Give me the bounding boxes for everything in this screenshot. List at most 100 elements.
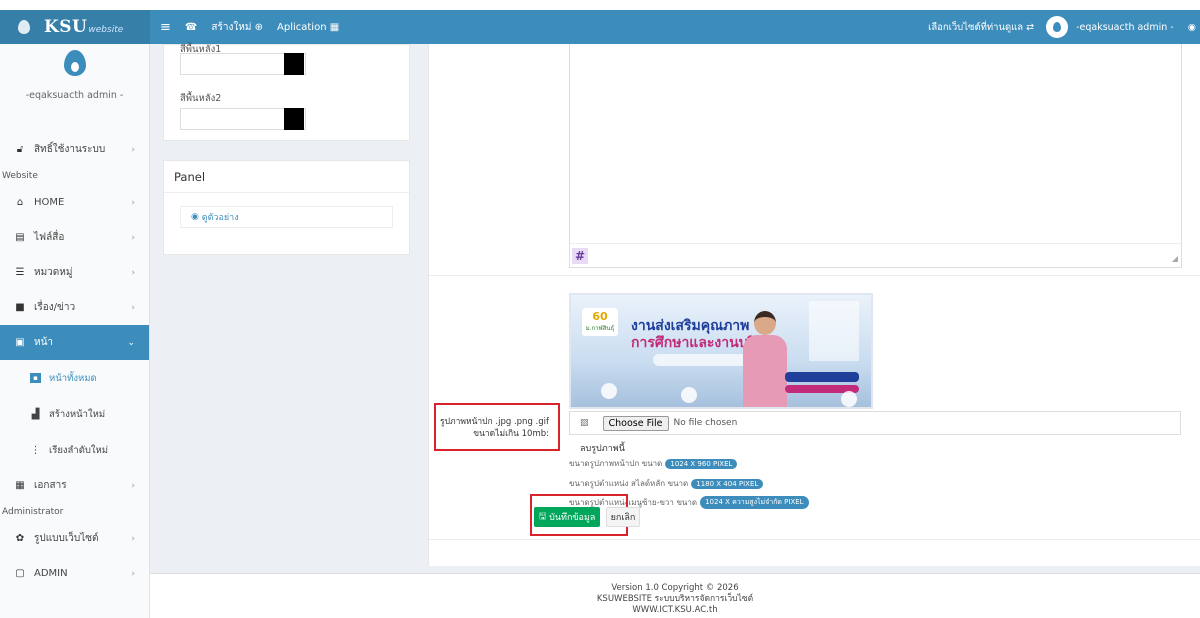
- bg-color-1-swatch[interactable]: [284, 53, 304, 75]
- panel-title: Panel: [164, 161, 409, 193]
- cover-image-label-line1: รูปภาพหน้าปก .jpg .png .gif: [440, 417, 549, 427]
- sidebar-item-label: ADMIN: [34, 568, 68, 579]
- footer-system: KSUWEBSITE ระบบบริหารจัดการเว็บไซต์: [596, 594, 754, 604]
- sidebar-item-admin[interactable]: ▢ ADMIN ›: [0, 556, 149, 591]
- sidebar-sub-reorder[interactable]: ⋮ เรียงลำดับใหม่: [0, 432, 149, 468]
- eye-icon[interactable]: ◉: [1188, 22, 1196, 33]
- sidebar-item-category[interactable]: ☰ หมวดหมู่ ›: [0, 255, 149, 290]
- new-menu[interactable]: สร้างใหม่ ⊕: [211, 20, 263, 35]
- cover-image-label-line2: ขนาดไม่เกิน 10mb:: [473, 429, 549, 439]
- chevron-right-icon: ›: [131, 302, 135, 313]
- chevron-right-icon: ›: [131, 232, 135, 243]
- lock-icon: 🔓︎: [16, 144, 24, 155]
- sidebar-item-label: ไฟล์สื่อ: [34, 232, 65, 243]
- content-editor[interactable]: # ◢: [569, 44, 1182, 268]
- brand-sub: website: [88, 25, 124, 35]
- cancel-button[interactable]: ยกเลิก: [606, 507, 640, 527]
- sidebar-item-label: รูปแบบเว็บไซต์: [34, 533, 99, 544]
- user-menu[interactable]: -eqaksuacth admin -: [1076, 22, 1174, 33]
- logo-number: 60: [592, 310, 608, 323]
- footer-version: Version 1.0 Copyright © 2026: [611, 583, 739, 593]
- user-panel: -eqaksuacth admin -: [0, 44, 149, 132]
- size-badge: 1180 X 404 PIXEL: [691, 478, 764, 489]
- footer-url[interactable]: WWW.ICT.KSU.AC.th: [150, 605, 1200, 616]
- select-site-menu[interactable]: เลือกเว็บไซต์ที่ท่านดูแล ⇄: [928, 20, 1034, 35]
- sidebar-item-label: เรื่อง/ข่าว: [34, 302, 76, 313]
- background-color-box: สีพื้นหลัง1 สีพื้นหลัง2: [163, 44, 410, 141]
- sidebar-item-label: หมวดหมู่: [34, 267, 73, 278]
- sidebar-item-label: สิทธิ์ใช้งานระบบ: [34, 144, 106, 155]
- page-icon: ▣: [15, 337, 25, 348]
- sidebar-sub-all-pages[interactable]: ▪ หน้าทั้งหมด: [0, 360, 149, 396]
- home-icon: ⌂: [16, 197, 24, 208]
- hash-icon[interactable]: #: [572, 247, 588, 264]
- sidebar-item-page[interactable]: ▣ หน้า ⌄: [0, 325, 149, 360]
- sidebar-item-label: เอกสาร: [34, 480, 67, 491]
- eye-icon: ◉: [191, 212, 199, 222]
- chevron-right-icon: ›: [131, 480, 135, 491]
- file-upload-field[interactable]: ▨ Choose File No file chosen: [569, 411, 1181, 435]
- sidebar-sub-label: สร้างหน้าใหม่: [49, 408, 106, 420]
- brand-main: KSU: [44, 17, 88, 37]
- image-icon: ▨: [580, 418, 589, 428]
- divider: [429, 275, 1200, 276]
- select-site-label: เลือกเว็บไซต์ที่ท่านดูแล: [928, 21, 1024, 33]
- resize-handle-icon[interactable]: ◢: [1172, 254, 1178, 263]
- sidebar-sub-new-page[interactable]: ▟ สร้างหน้าใหม่: [0, 396, 149, 432]
- footer: Version 1.0 Copyright © 2026 KSUWEBSITE …: [150, 573, 1200, 618]
- chevron-right-icon: ›: [131, 533, 135, 544]
- size-hint-cover: ขนาดรูปภาพหน้าปก ขนาด 1024 X 960 PIXEL: [569, 457, 738, 470]
- building-graphic: [809, 301, 859, 361]
- drop-logo-icon: [1053, 22, 1062, 32]
- file-icon: ▪: [30, 373, 41, 383]
- sidebar-item-theme[interactable]: ✿ รูปแบบเว็บไซต์ ›: [0, 521, 149, 556]
- size-hint-slide: ขนาดรูปตำแหน่ง สไลด์หลัก ขนาด 1180 X 404 …: [569, 477, 764, 490]
- choose-file-button[interactable]: Choose File: [602, 415, 669, 431]
- exchange-icon: ⇄: [1026, 21, 1035, 33]
- sidebar: -eqaksuacth admin - 🔓︎ สิทธิ์ใช้งานระบบ …: [0, 44, 150, 618]
- chevron-right-icon: ›: [131, 568, 135, 579]
- preview-button[interactable]: ◉ ดูตัวอย่าง: [180, 206, 393, 228]
- sidebar-item-rights[interactable]: 🔓︎ สิทธิ์ใช้งานระบบ ›: [0, 132, 149, 167]
- sidebar-username[interactable]: -eqaksuacth admin -: [0, 90, 149, 101]
- logo-text: ม.กาฬสินธุ์: [585, 325, 615, 332]
- sidebar-item-media[interactable]: ▤ ไฟล์สื่อ ›: [0, 220, 149, 255]
- sidebar-item-home[interactable]: ⌂ HOME ›: [0, 185, 149, 220]
- admin-icon: ▢: [15, 568, 25, 579]
- plus-circle-icon: ⊕: [254, 21, 263, 33]
- flower-decoration: [601, 383, 617, 399]
- document-icon: ▦: [15, 480, 25, 491]
- grid-icon: ▦: [329, 21, 340, 33]
- list-order-icon: ⋮: [30, 444, 41, 456]
- chevron-right-icon: ›: [131, 144, 135, 155]
- file-plus-icon: ▟: [31, 408, 40, 420]
- sidebar-item-label: หน้า: [34, 337, 54, 348]
- size-badge: 1024 X ความสูงไม่จำกัด PIXEL: [700, 496, 809, 509]
- application-menu[interactable]: Aplication ▦: [277, 22, 339, 33]
- sidebar-sub-label: หน้าทั้งหมด: [49, 372, 97, 384]
- new-label: สร้างใหม่: [211, 21, 252, 33]
- sidebar-sub-label: เรียงลำดับใหม่: [49, 444, 109, 456]
- app-label: Aplication: [277, 21, 327, 33]
- delete-image-link[interactable]: ลบรูปภาพนี้: [580, 441, 625, 455]
- avatar[interactable]: [1046, 16, 1069, 38]
- preview-label: ดูตัวอย่าง: [201, 213, 239, 223]
- editor-toolbar: #: [570, 243, 1181, 267]
- sidebar-item-documents[interactable]: ▦ เอกสาร ›: [0, 468, 149, 503]
- hamburger-icon[interactable]: ≡: [160, 20, 171, 35]
- bg-color-2-swatch[interactable]: [284, 108, 304, 130]
- sidebar-item-label: HOME: [34, 197, 65, 208]
- flower-decoration: [681, 387, 697, 403]
- brand-logo[interactable]: KSU website: [0, 10, 150, 44]
- sidebar-item-news[interactable]: ■ เรื่อง/ข่าว ›: [0, 290, 149, 325]
- section-header-website: Website: [2, 171, 38, 181]
- chevron-down-icon: ⌄: [127, 337, 135, 348]
- no-file-text: No file chosen: [673, 418, 738, 428]
- bell-icon[interactable]: ☎: [185, 22, 197, 33]
- palette-icon: ✿: [15, 533, 25, 544]
- media-icon: ▤: [15, 232, 25, 243]
- bg-color-2-label: สีพื้นหลัง2: [180, 93, 222, 104]
- drop-avatar-icon: [63, 50, 86, 76]
- main-content: # ◢ 60 ม.กาฬสินธุ์ งานส่งเสริมคุณภาพ การศ…: [428, 44, 1200, 566]
- section-header-admin: Administrator: [2, 507, 64, 517]
